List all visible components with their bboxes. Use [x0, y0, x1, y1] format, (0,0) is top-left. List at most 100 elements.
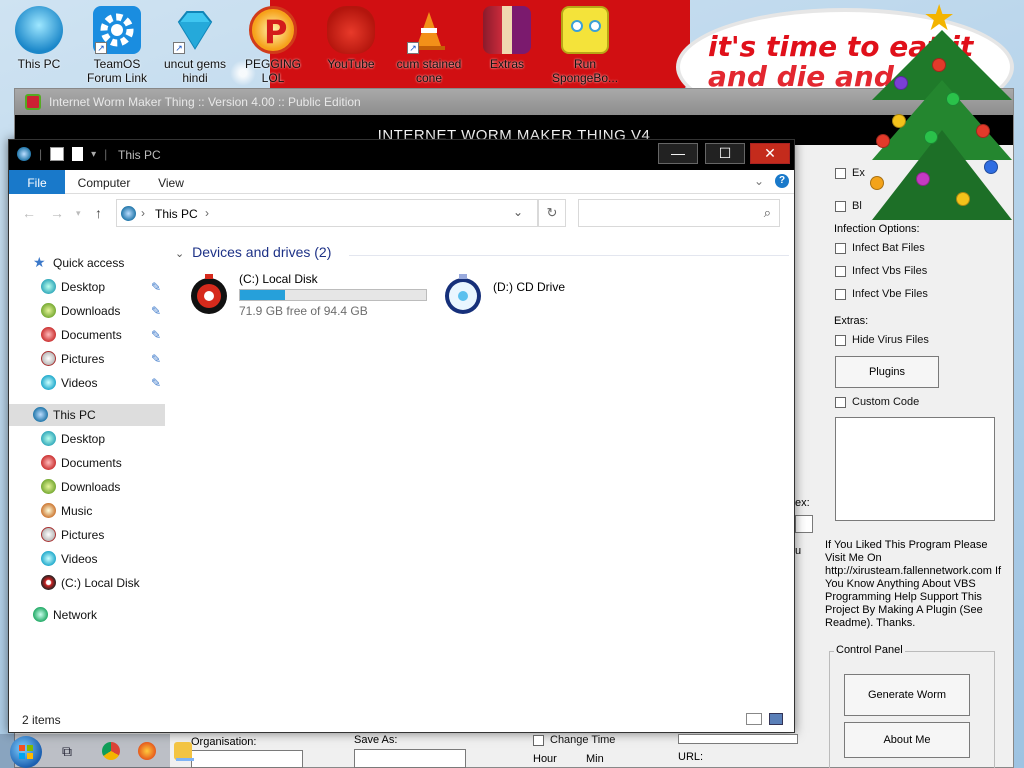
- explorer-app-icon: [17, 147, 31, 161]
- desktop-icon-label: cum stained cone: [396, 57, 462, 85]
- cd-drive-icon: [443, 272, 483, 316]
- search-input[interactable]: ⌕: [578, 199, 780, 227]
- start-button[interactable]: [10, 736, 42, 768]
- up-arrow-icon[interactable]: ↑: [95, 205, 102, 221]
- infect-vbe-checkbox[interactable]: Infect Vbe Files: [835, 288, 928, 300]
- tab-file[interactable]: File: [9, 170, 65, 194]
- desktop-icon-youtube[interactable]: YouTube: [314, 6, 388, 71]
- checkbox-box[interactable]: [835, 200, 846, 212]
- organisation-field[interactable]: [191, 750, 303, 768]
- close-button[interactable]: ✕: [750, 143, 790, 164]
- infect-vbs-checkbox[interactable]: Infect Vbs Files: [835, 265, 927, 277]
- devices-group-header[interactable]: ⌄ Devices and drives (2): [175, 244, 331, 260]
- option-ex-label: Ex: [852, 167, 865, 179]
- breadcrumb-separator-icon[interactable]: ›: [205, 206, 209, 220]
- toolbar-separator: |: [39, 147, 43, 161]
- desktop-icon-teamos[interactable]: ↗ TeamOS Forum Link: [80, 6, 154, 85]
- desktop-icon-this-pc[interactable]: This PC: [2, 6, 76, 71]
- hide-virus-checkbox[interactable]: Hide Virus Files: [835, 334, 929, 346]
- url-field[interactable]: [678, 734, 798, 744]
- explorer-title: This PC: [118, 148, 161, 162]
- customize-toolbar-chevron-icon[interactable]: ▾: [91, 149, 96, 160]
- pictures-icon: [41, 527, 56, 542]
- drive-d[interactable]: (D:) CD Drive: [443, 272, 643, 328]
- tab-computer[interactable]: Computer: [73, 170, 135, 194]
- nav-qa-videos[interactable]: Videos ✎: [9, 372, 165, 394]
- nav-pc-downloads[interactable]: Downloads: [9, 476, 165, 498]
- checkbox-box[interactable]: [835, 242, 846, 254]
- chrome-icon[interactable]: [102, 742, 120, 760]
- drive-name: (D:) CD Drive: [493, 280, 565, 294]
- star-icon: ★: [33, 254, 46, 270]
- ornament: [956, 192, 970, 206]
- pin-icon[interactable]: ✎: [151, 280, 161, 294]
- tab-view[interactable]: View: [149, 170, 193, 194]
- nav-pc-local-disk[interactable]: (C:) Local Disk: [9, 572, 165, 594]
- generate-worm-button[interactable]: Generate Worm: [844, 674, 970, 716]
- desktop-icon-spongebob[interactable]: Run SpongeBo...: [548, 6, 622, 85]
- explorer-titlebar[interactable]: | ▾ | This PC — ☐ ✕: [9, 140, 794, 170]
- desktop-icon-extras[interactable]: Extras: [470, 6, 544, 71]
- help-icon[interactable]: ?: [775, 174, 789, 188]
- option-ex-checkbox[interactable]: Ex: [835, 167, 865, 179]
- nav-this-pc[interactable]: This PC: [9, 404, 165, 426]
- nav-qa-downloads[interactable]: Downloads ✎: [9, 300, 165, 322]
- pin-icon[interactable]: ✎: [151, 304, 161, 318]
- collapse-chevron-icon[interactable]: ⌄: [175, 248, 184, 260]
- checkbox-box[interactable]: [835, 265, 846, 277]
- nav-label: Documents: [61, 456, 122, 470]
- nav-pc-videos[interactable]: Videos: [9, 548, 165, 570]
- properties-icon[interactable]: [50, 147, 65, 161]
- back-arrow-icon[interactable]: ←: [22, 205, 36, 221]
- minimize-button[interactable]: —: [658, 143, 698, 164]
- nav-pc-pictures[interactable]: Pictures: [9, 524, 165, 546]
- ornament: [976, 124, 990, 138]
- breadcrumb-this-pc[interactable]: This PC: [155, 207, 198, 221]
- desktop-icon-cone[interactable]: ↗ cum stained cone: [392, 6, 466, 85]
- checkbox-box[interactable]: [533, 734, 544, 746]
- nav-network[interactable]: Network: [9, 604, 165, 626]
- partial-field[interactable]: [795, 515, 813, 533]
- maximize-button[interactable]: ☐: [705, 143, 745, 164]
- large-icons-view-icon[interactable]: [769, 713, 783, 725]
- pin-icon[interactable]: ✎: [151, 376, 161, 390]
- details-view-icon[interactable]: [746, 713, 762, 725]
- desktop-icon-uncut-gems[interactable]: ↗ uncut gems hindi: [158, 6, 232, 85]
- custom-code-textarea[interactable]: [835, 417, 995, 521]
- desktop-icon-pegging[interactable]: P PEGGING LOL: [236, 6, 310, 85]
- expand-ribbon-chevron-icon[interactable]: ⌄: [754, 174, 764, 188]
- firefox-icon[interactable]: [138, 742, 156, 760]
- custom-code-checkbox[interactable]: Custom Code: [835, 396, 919, 408]
- new-folder-icon[interactable]: [72, 147, 84, 161]
- checkbox-box[interactable]: [835, 167, 846, 179]
- nav-pc-music[interactable]: Music: [9, 500, 165, 522]
- save-as-field[interactable]: [354, 749, 466, 768]
- recent-locations-chevron-icon[interactable]: ▾: [76, 208, 81, 219]
- checkbox-box[interactable]: [835, 288, 846, 300]
- nav-pc-desktop[interactable]: Desktop: [9, 428, 165, 450]
- infect-bat-checkbox[interactable]: Infect Bat Files: [835, 242, 925, 254]
- save-as-label: Save As:: [354, 734, 398, 746]
- drive-c[interactable]: (C:) Local Disk 71.9 GB free of 94.4 GB: [189, 272, 429, 328]
- nav-qa-desktop[interactable]: Desktop ✎: [9, 276, 165, 298]
- forward-arrow-icon[interactable]: →: [50, 205, 64, 221]
- address-bar[interactable]: › This PC › ⌄: [116, 199, 538, 227]
- diamond-icon: ↗: [171, 6, 219, 54]
- checkbox-box[interactable]: [835, 334, 846, 346]
- plugins-button[interactable]: Plugins: [835, 356, 939, 388]
- pin-icon[interactable]: ✎: [151, 352, 161, 366]
- task-view-icon[interactable]: ⧉: [62, 743, 72, 760]
- ribbon-tabs: File Computer View ⌄ ?: [9, 170, 794, 194]
- option-bl-checkbox[interactable]: Bl: [835, 200, 862, 212]
- infect-vbs-label: Infect Vbs Files: [852, 265, 928, 277]
- pin-icon[interactable]: ✎: [151, 328, 161, 342]
- nav-quick-access[interactable]: ★ Quick access: [9, 252, 165, 274]
- refresh-button[interactable]: ↻: [538, 199, 566, 227]
- nav-pc-documents[interactable]: Documents: [9, 452, 165, 474]
- change-time-checkbox[interactable]: Change Time: [533, 734, 615, 746]
- checkbox-box[interactable]: [835, 396, 846, 408]
- music-icon: [41, 503, 56, 518]
- address-dropdown-chevron-icon[interactable]: ⌄: [513, 205, 523, 219]
- nav-qa-pictures[interactable]: Pictures ✎: [9, 348, 165, 370]
- nav-qa-documents[interactable]: Documents ✎: [9, 324, 165, 346]
